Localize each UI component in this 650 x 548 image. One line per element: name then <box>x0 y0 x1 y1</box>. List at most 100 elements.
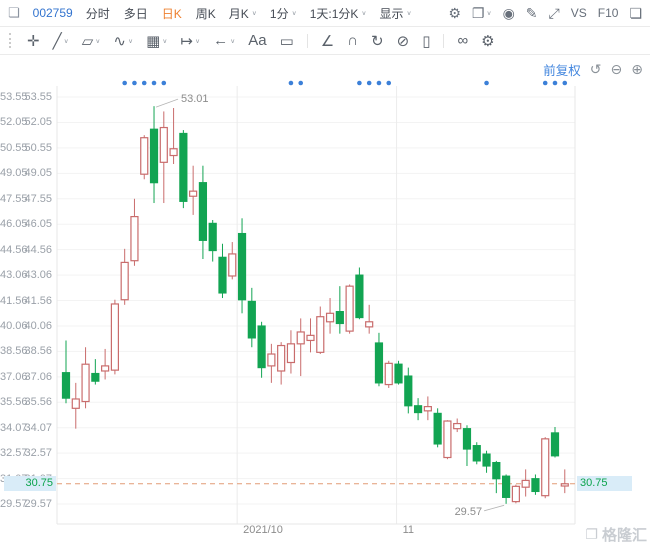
text-icon[interactable]: Aa <box>248 32 266 49</box>
current-price-badge-left: 30.75 <box>4 476 56 491</box>
pattern-icon[interactable]: ▦∨ <box>146 32 167 50</box>
draw-settings-icon[interactable]: ⚙ <box>481 32 494 50</box>
continuous-draw-icon-glyph: ↻ <box>371 32 384 50</box>
adjust-mode-link[interactable]: 前复权 <box>543 60 581 79</box>
fullscreen-icon[interactable]: ⤢ <box>549 5 560 22</box>
tab-周K[interactable]: 周K <box>196 5 216 22</box>
vs-button[interactable]: VS <box>571 6 587 20</box>
candle-down <box>248 301 255 337</box>
watermark: ❐ 格隆汇 <box>585 524 647 545</box>
watermark-logo-icon: ❐ <box>585 526 598 543</box>
popout-icon-glyph: ❏ <box>629 5 642 22</box>
chevron-down-icon: ∨ <box>128 37 133 44</box>
arrow-icon[interactable]: ←∨ <box>213 32 235 49</box>
chart-layout-icon[interactable]: ❏ <box>8 5 20 21</box>
y-axis-label: 50.55 <box>0 141 60 155</box>
candle-down <box>395 364 402 383</box>
y-axis-label: 37.06 <box>0 370 60 384</box>
zoom-in-icon[interactable]: ⊕ <box>631 61 643 78</box>
angle-icon-glyph: ∠ <box>321 32 334 50</box>
candle-down <box>463 429 470 449</box>
dropdown-月K[interactable]: 月K∨ <box>229 5 257 22</box>
delete-drawings-icon-glyph: ▯ <box>422 32 430 50</box>
candle-down <box>483 454 490 466</box>
tab-多日[interactable]: 多日 <box>124 5 148 22</box>
candle-down <box>219 257 226 293</box>
candle-down <box>63 373 70 398</box>
candle-up <box>82 364 89 401</box>
dropdown-1分[interactable]: 1分∨ <box>270 5 297 22</box>
candle-down <box>532 479 539 492</box>
pattern-icon-glyph: ▦ <box>146 32 160 50</box>
layout-select-icon-glyph: ❐ <box>472 5 485 22</box>
wave-icon[interactable]: ∿∨ <box>113 32 133 50</box>
trendline-icon-glyph: ╱ <box>53 32 62 50</box>
candle-down <box>180 133 187 201</box>
event-dot <box>553 81 558 86</box>
candle-up <box>385 363 392 384</box>
chart-settings-icon[interactable]: ⚙ <box>448 5 461 22</box>
comment-icon[interactable]: ▭ <box>280 32 294 50</box>
draw-mode-icon[interactable]: ✎ <box>526 5 538 22</box>
low-annotation-label: 29.57 <box>455 506 483 518</box>
tab-日K[interactable]: 日K <box>162 5 182 22</box>
hide-drawings-icon-glyph: ⊘ <box>397 32 410 50</box>
chart-settings-icon-glyph: ⚙ <box>448 5 461 22</box>
zoom-out-icon[interactable]: ⊖ <box>611 61 623 78</box>
toolbar-right-group: ⚙ ❐∨ ◉ ✎ ⤢ VS F10 ❏ <box>448 5 642 22</box>
f10-button[interactable]: F10 <box>598 6 619 20</box>
y-axis-label: 52.05 <box>0 115 60 129</box>
sync-drawings-icon[interactable]: ∞ <box>457 32 468 49</box>
high-annotation-label: 53.01 <box>181 93 209 105</box>
y-axis-label: 34.07 <box>0 421 60 435</box>
candle-up <box>141 138 148 174</box>
candle-down <box>552 433 559 456</box>
f10-button-glyph: F10 <box>598 6 619 20</box>
comment-icon-glyph: ▭ <box>280 32 294 50</box>
tab-分时[interactable]: 分时 <box>86 5 110 22</box>
move-icon-glyph: ✛ <box>27 32 40 50</box>
candle-down <box>493 463 500 479</box>
candle-down <box>375 343 382 383</box>
angle-icon[interactable]: ∠ <box>321 32 334 50</box>
screenshot-icon[interactable]: ◉ <box>503 5 515 22</box>
dropdown-1天:1分K[interactable]: 1天:1分K∨ <box>310 5 367 22</box>
candle-up <box>278 346 285 371</box>
dropdown-显示[interactable]: 显示∨ <box>380 5 412 22</box>
arrow-icon-glyph: ← <box>213 32 228 49</box>
chevron-down-icon: ∨ <box>252 9 257 16</box>
candle-down <box>336 312 343 324</box>
y-axis-label: 47.55 <box>0 192 60 206</box>
move-icon[interactable]: ✛ <box>27 32 40 50</box>
toolbar-divider <box>307 34 308 48</box>
dropdown-label: 1分 <box>270 5 289 22</box>
continuous-draw-icon[interactable]: ↻ <box>371 32 384 50</box>
event-dot <box>562 81 567 86</box>
candle-up <box>287 344 294 363</box>
drag-handle[interactable] <box>9 33 13 48</box>
magnet-icon[interactable]: ∩ <box>347 32 358 49</box>
candle-down <box>356 275 363 317</box>
chevron-down-icon: ∨ <box>64 37 69 44</box>
candlestick-chart[interactable]: 2021/101153.0129.57 <box>0 55 650 548</box>
event-dot <box>132 81 137 86</box>
candle-up <box>444 421 451 457</box>
y-axis-label: 38.56 <box>0 344 60 358</box>
channel-icon[interactable]: ▱∨ <box>82 32 101 50</box>
delete-drawings-icon[interactable]: ▯ <box>422 32 430 50</box>
event-dot <box>377 81 382 86</box>
candle-down <box>258 326 265 368</box>
candle-up <box>268 354 275 366</box>
current-price-badge-right: 30.75 <box>577 476 632 491</box>
hide-drawings-icon[interactable]: ⊘ <box>397 32 410 50</box>
candle-up <box>366 322 373 327</box>
magnet-icon-glyph: ∩ <box>347 32 358 49</box>
popout-icon[interactable]: ❏ <box>629 5 642 22</box>
measure-icon[interactable]: ↦∨ <box>180 32 200 50</box>
trendline-icon[interactable]: ╱∨ <box>53 32 69 50</box>
layout-select-icon[interactable]: ❐∨ <box>472 5 492 22</box>
wave-icon-glyph: ∿ <box>113 32 126 50</box>
stock-code[interactable]: 002759 <box>33 6 73 20</box>
undo-icon[interactable]: ↺ <box>590 61 602 78</box>
dropdown-label: 1天:1分K <box>310 5 359 22</box>
